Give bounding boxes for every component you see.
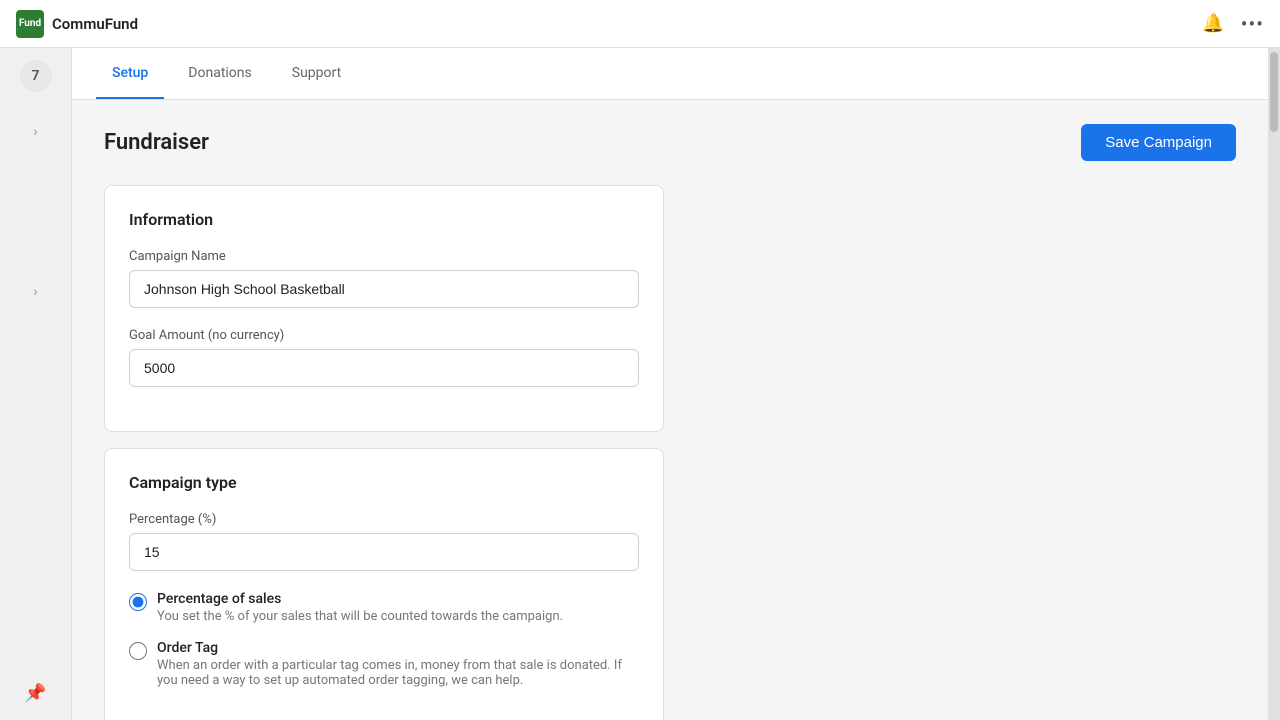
radio-order-tag-desc: When an order with a particular tag come… — [157, 658, 639, 688]
campaign-name-label: Campaign Name — [129, 249, 639, 264]
header-actions: 🔔 ••• — [1202, 12, 1264, 36]
goal-amount-label: Goal Amount (no currency) — [129, 328, 639, 343]
sidebar-badge: 7 — [20, 60, 52, 92]
page-header: Fundraiser Save Campaign — [104, 124, 1236, 161]
content-area: Setup Donations Support Fundraiser Save … — [72, 48, 1268, 720]
radio-percentage-of-sales[interactable] — [129, 593, 147, 611]
sidebar-chevron-top[interactable]: › — [25, 116, 45, 148]
main-layout: 7 › › 📌 Setup Donations Support Fundrais… — [0, 48, 1280, 720]
app-header: Fund CommuFund 🔔 ••• — [0, 0, 1280, 48]
tabs-bar: Setup Donations Support — [72, 48, 1268, 100]
percentage-label: Percentage (%) — [129, 512, 639, 527]
radio-percentage-desc: You set the % of your sales that will be… — [157, 609, 563, 624]
logo-area: Fund CommuFund — [16, 10, 1202, 38]
radio-order-tag-label: Order Tag — [157, 640, 639, 656]
information-card-title: Information — [129, 210, 639, 229]
campaign-name-input[interactable] — [129, 270, 639, 308]
save-campaign-button[interactable]: Save Campaign — [1081, 124, 1236, 161]
tab-support[interactable]: Support — [276, 48, 357, 99]
radio-option-percentage: Percentage of sales You set the % of you… — [129, 591, 639, 624]
scrollbar-thumb[interactable] — [1270, 52, 1278, 132]
more-options-icon[interactable]: ••• — [1241, 12, 1264, 36]
radio-order-tag[interactable] — [129, 642, 147, 660]
radio-percentage-label: Percentage of sales — [157, 591, 563, 607]
sidebar: 7 › › 📌 — [0, 48, 72, 720]
notification-icon[interactable]: 🔔 — [1202, 13, 1224, 34]
radio-percentage-content: Percentage of sales You set the % of you… — [157, 591, 563, 624]
percentage-input[interactable] — [129, 533, 639, 571]
campaign-name-group: Campaign Name — [129, 249, 639, 308]
sidebar-pin-icon[interactable]: 📌 — [24, 683, 46, 704]
radio-order-tag-content: Order Tag When an order with a particula… — [157, 640, 639, 688]
logo-icon: Fund — [16, 10, 44, 38]
tab-donations[interactable]: Donations — [172, 48, 267, 99]
campaign-type-card: Campaign type Percentage (%) Percentage … — [104, 448, 664, 720]
sidebar-chevron-bottom[interactable]: › — [25, 276, 45, 308]
goal-amount-group: Goal Amount (no currency) — [129, 328, 639, 387]
scrollbar-track — [1268, 48, 1280, 720]
page-title: Fundraiser — [104, 130, 209, 155]
campaign-type-title: Campaign type — [129, 473, 639, 492]
radio-option-order-tag: Order Tag When an order with a particula… — [129, 640, 639, 688]
goal-amount-input[interactable] — [129, 349, 639, 387]
page-content: Fundraiser Save Campaign Information Cam… — [72, 100, 1268, 720]
percentage-group: Percentage (%) — [129, 512, 639, 571]
app-name: CommuFund — [52, 15, 138, 33]
tab-setup[interactable]: Setup — [96, 48, 164, 99]
information-card: Information Campaign Name Goal Amount (n… — [104, 185, 664, 432]
